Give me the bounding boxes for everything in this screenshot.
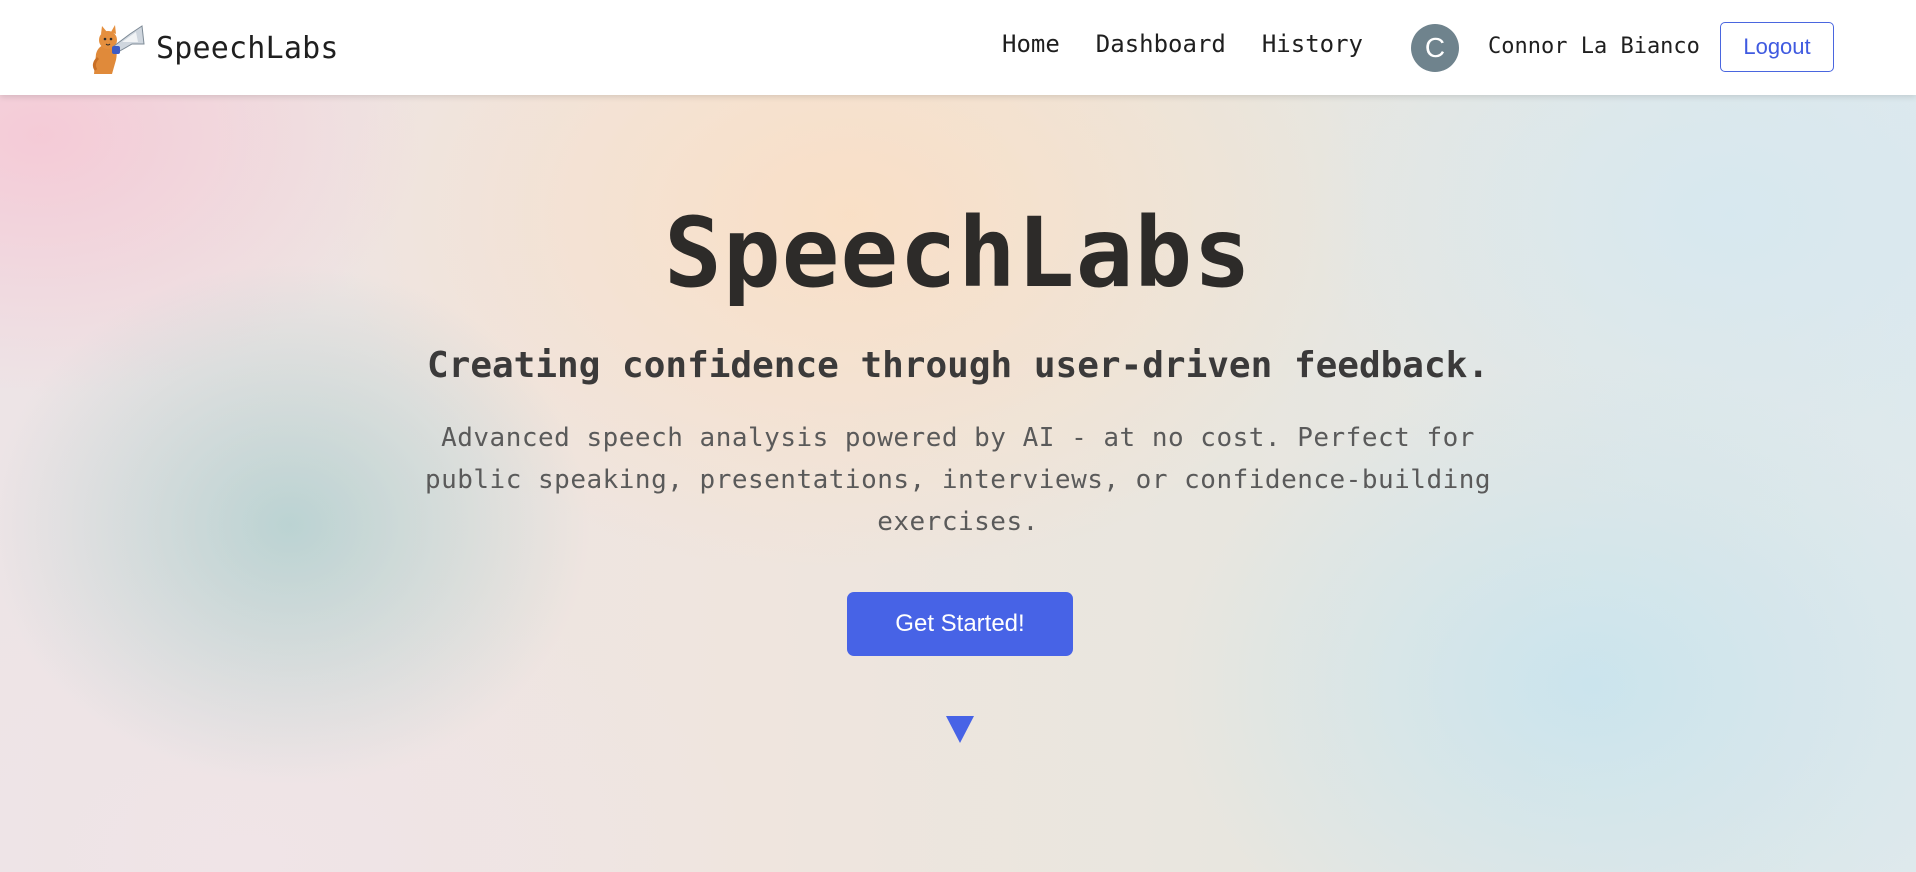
nav-link-home[interactable]: Home: [1002, 30, 1060, 58]
user-name: Connor La Bianco: [1488, 34, 1700, 59]
hero-description: Advanced speech analysis powered by AI -…: [424, 423, 1492, 537]
hero-subtitle: Creating confidence through user-driven …: [426, 345, 1490, 386]
navbar: SpeechLabs Home Dashboard History C Conn…: [0, 0, 1916, 95]
avatar[interactable]: C: [1411, 24, 1459, 72]
cat-megaphone-icon: [92, 25, 145, 74]
brand-name: SpeechLabs: [156, 30, 339, 66]
brand-link[interactable]: SpeechLabs: [84, 20, 339, 76]
nav-link-history[interactable]: History: [1262, 30, 1363, 58]
nav-link-dashboard[interactable]: Dashboard: [1096, 30, 1226, 58]
logout-button[interactable]: Logout: [1720, 22, 1834, 72]
hero-section: SpeechLabs Creating confidence through u…: [0, 95, 1916, 872]
triangle-down-icon[interactable]: [946, 716, 974, 743]
nav-links: Home Dashboard History: [1002, 30, 1399, 58]
get-started-button[interactable]: Get Started!: [847, 592, 1073, 656]
hero-title: SpeechLabs: [664, 197, 1252, 309]
